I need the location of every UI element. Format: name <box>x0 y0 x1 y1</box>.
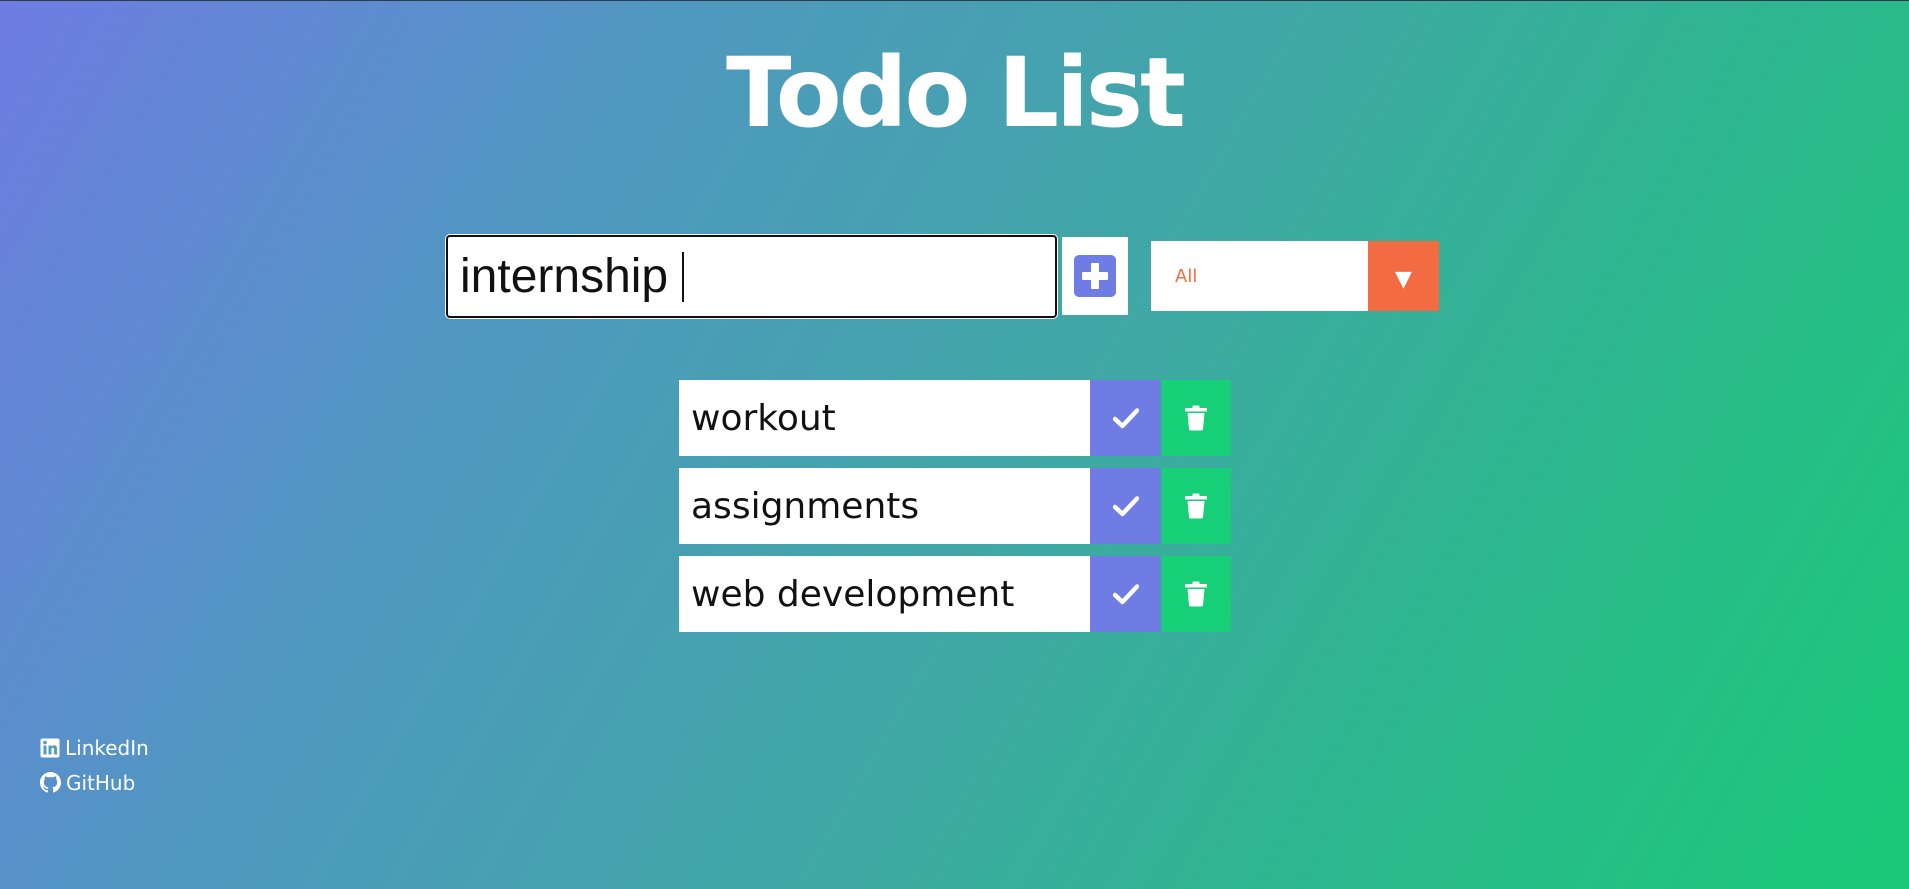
filter-select[interactable]: All ▼ <box>1151 241 1439 311</box>
trash-icon <box>1185 581 1207 607</box>
todo-item: assignments <box>679 468 1231 544</box>
todo-text: web development <box>679 556 1090 632</box>
todo-input[interactable]: internship <box>446 235 1057 318</box>
todo-item: workout <box>679 380 1231 456</box>
todo-list: workout assignments web development <box>679 380 1231 644</box>
todo-text: assignments <box>679 468 1090 544</box>
page-title: Todo List <box>726 37 1186 149</box>
add-todo-button[interactable] <box>1062 237 1128 315</box>
github-icon <box>40 772 61 793</box>
delete-button[interactable] <box>1161 468 1231 544</box>
caret-down-icon: ▼ <box>1368 241 1439 311</box>
linkedin-icon <box>40 738 60 757</box>
footer-links: LinkedIn GitHub <box>40 730 149 800</box>
plus-square-icon <box>1074 255 1116 297</box>
linkedin-link[interactable]: LinkedIn <box>40 730 149 765</box>
todo-item: web development <box>679 556 1231 632</box>
github-link[interactable]: GitHub <box>40 765 149 800</box>
github-label: GitHub <box>66 770 136 795</box>
complete-button[interactable] <box>1090 556 1161 632</box>
check-icon <box>1112 408 1139 429</box>
complete-button[interactable] <box>1090 468 1161 544</box>
delete-button[interactable] <box>1161 556 1231 632</box>
delete-button[interactable] <box>1161 380 1231 456</box>
todo-text: workout <box>679 380 1090 456</box>
text-caret <box>682 251 685 302</box>
trash-icon <box>1185 405 1207 431</box>
filter-selected-value: All <box>1175 265 1198 287</box>
todo-input-value: internship <box>460 249 669 303</box>
complete-button[interactable] <box>1090 380 1161 456</box>
trash-icon <box>1185 493 1207 519</box>
check-icon <box>1112 584 1139 605</box>
linkedin-label: LinkedIn <box>65 735 149 760</box>
check-icon <box>1112 496 1139 517</box>
